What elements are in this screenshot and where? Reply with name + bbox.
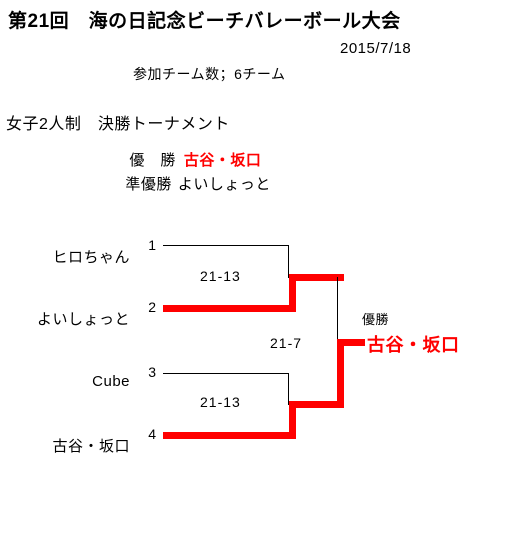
bracket-line-semifinal-bottom	[289, 401, 344, 408]
bracket-line-seed-1	[163, 245, 289, 246]
bracket-final-label: 優勝	[362, 312, 390, 327]
bracket-seed-number-1: 1	[148, 237, 156, 253]
bracket-team-label-4: 古谷・坂口	[52, 438, 130, 455]
bracket-line-seed-3	[163, 373, 289, 374]
bracket-line-champion	[337, 339, 365, 346]
bracket-team-label-1: ヒロちゃん	[52, 249, 130, 266]
bracket-line-seed-4	[163, 432, 296, 439]
match-score-semifinal-bottom: 21-13	[200, 394, 241, 410]
bracket-line-semifinal-top	[289, 274, 344, 281]
match-score-semifinal-top: 21-13	[200, 268, 241, 284]
bracket-seed-number-3: 3	[148, 364, 156, 380]
bracket-seed-number-4: 4	[148, 426, 156, 442]
bracket-final-winner-name: 古谷・坂口	[367, 335, 460, 355]
bracket-seed-number-2: 2	[148, 299, 156, 315]
bracket-connector-final-black	[337, 277, 338, 343]
bracket-connector-final-red	[337, 339, 344, 405]
bracket-team-label-2: よいしょっと	[36, 311, 130, 328]
tournament-bracket: ヒロちゃん よいしょっと Cube 古谷・坂口 1 2 3 4 21-13 21…	[0, 0, 523, 546]
bracket-team-label-3: Cube	[92, 373, 130, 390]
bracket-line-seed-2	[163, 305, 296, 312]
match-score-final: 21-7	[270, 335, 303, 351]
